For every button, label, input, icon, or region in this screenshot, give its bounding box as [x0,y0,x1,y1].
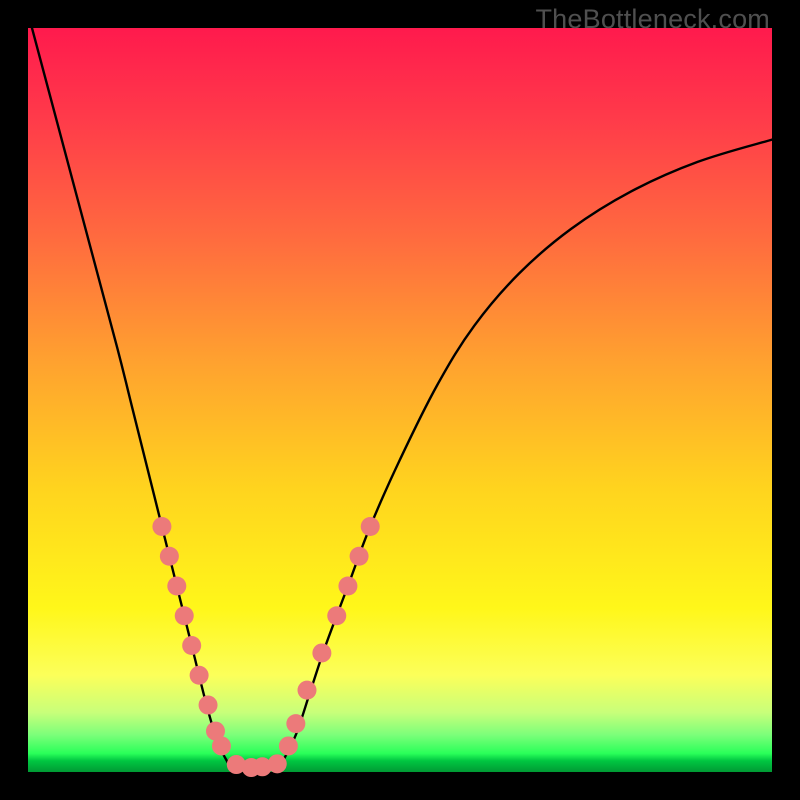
data-point [167,577,186,596]
data-point [182,636,201,655]
data-point [268,754,287,773]
data-point [312,643,331,662]
data-point [199,696,218,715]
data-point [286,714,305,733]
data-point [327,606,346,625]
data-point [212,736,231,755]
right-curve [281,140,772,765]
data-point [279,736,298,755]
watermark-text: TheBottleneck.com [535,4,770,35]
chart-frame: TheBottleneck.com [0,0,800,800]
data-point [338,577,357,596]
data-point [298,681,317,700]
scatter-dots [152,517,379,777]
data-point [152,517,171,536]
data-point [361,517,380,536]
data-point [350,547,369,566]
data-point [190,666,209,685]
chart-overlay [28,28,772,772]
data-point [160,547,179,566]
data-point [175,606,194,625]
